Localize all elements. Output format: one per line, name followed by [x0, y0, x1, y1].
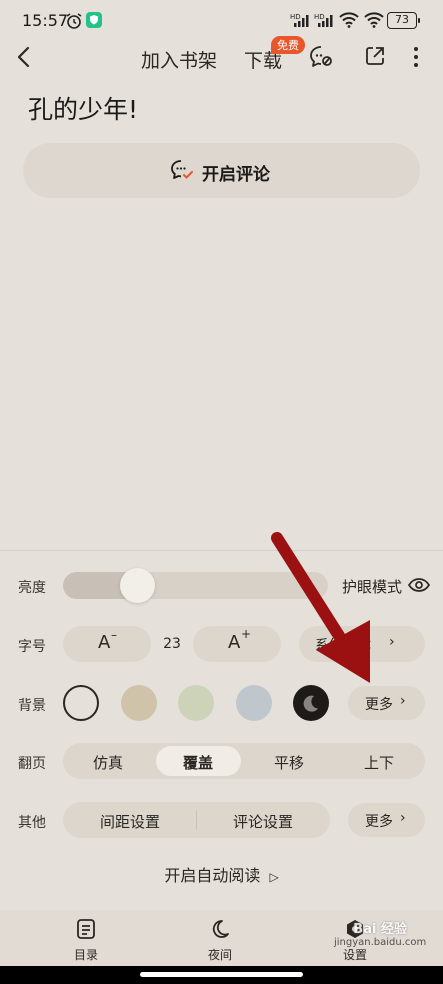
- brightness-slider-handle[interactable]: [119, 568, 155, 603]
- background-label: 背景: [18, 698, 46, 714]
- page-turn-label: 翻页: [18, 756, 46, 772]
- signal-hd-2-icon: HD: [314, 12, 336, 32]
- alarm-icon: [65, 12, 83, 34]
- nav-night-mode[interactable]: 夜间: [190, 918, 250, 963]
- add-to-shelf-button[interactable]: 加入书架: [141, 46, 217, 73]
- wifi-1-icon: [339, 12, 359, 32]
- comment-settings-button[interactable]: 评论设置: [211, 811, 315, 832]
- background-swatch-default[interactable]: [63, 685, 99, 721]
- nav-catalog-label: 目录: [73, 948, 98, 962]
- share-icon[interactable]: [364, 45, 386, 71]
- increase-font-letter: A: [228, 632, 241, 653]
- shield-app-icon: [86, 12, 102, 32]
- watermark-url: jingyan.baidu.com: [334, 937, 427, 948]
- eye-protection-toggle[interactable]: 护眼模式: [342, 576, 431, 597]
- system-font-button[interactable]: 系统字体 ›: [299, 626, 425, 662]
- page-turn-option-slide[interactable]: 平移: [259, 752, 319, 773]
- font-size-label: 字号: [18, 639, 46, 655]
- moon-icon: [303, 695, 318, 712]
- catalog-icon: [77, 919, 95, 939]
- svg-text:HD: HD: [290, 13, 301, 21]
- other-more-label: 更多: [365, 814, 393, 830]
- eye-icon: [408, 577, 431, 596]
- free-badge: 免费: [271, 36, 305, 54]
- decrease-font-letter: A: [98, 632, 111, 653]
- auto-read-label: 开启自动阅读: [164, 866, 261, 885]
- chevron-right-icon: ›: [400, 810, 406, 826]
- moon-icon: [212, 920, 229, 938]
- other-more-button[interactable]: 更多 ›: [348, 803, 425, 837]
- page-turn-option-cover[interactable]: 覆盖: [168, 752, 228, 773]
- system-font-label: 系统字体: [315, 638, 371, 654]
- reading-settings-panel: [0, 550, 443, 910]
- gesture-navigation-bar: [0, 966, 443, 984]
- more-options-icon[interactable]: [412, 45, 420, 73]
- auto-read-button[interactable]: 开启自动阅读 ▷: [0, 862, 443, 886]
- chevron-right-icon: ›: [400, 693, 406, 709]
- background-swatch-gray[interactable]: [236, 685, 272, 721]
- increase-font-button[interactable]: A +: [193, 626, 281, 662]
- home-indicator[interactable]: [140, 972, 303, 977]
- open-comments-button[interactable]: 开启评论: [23, 143, 420, 198]
- wifi-2-icon: [364, 12, 384, 32]
- divider: [196, 810, 197, 830]
- svg-text:HD: HD: [314, 13, 325, 21]
- background-more-button[interactable]: 更多 ›: [348, 686, 425, 720]
- battery-indicator: 73: [387, 12, 420, 29]
- nav-night-label: 夜间: [207, 948, 232, 962]
- reader-top-bar: 加入书架 下载 免费: [0, 36, 443, 76]
- decrease-font-button[interactable]: A –: [63, 626, 151, 662]
- background-more-label: 更多: [365, 697, 393, 713]
- nav-catalog[interactable]: 目录: [56, 918, 116, 963]
- background-swatch-tan[interactable]: [121, 685, 157, 721]
- nav-settings-label: 设置: [342, 948, 367, 962]
- comment-icon: [170, 159, 194, 185]
- page-turn-option-simulate[interactable]: 仿真: [78, 752, 138, 773]
- page-title: 孔的少年!: [28, 95, 139, 124]
- status-bar: 15:57 HD HD 73: [0, 0, 443, 40]
- background-swatch-dark[interactable]: [293, 685, 329, 721]
- back-arrow-icon[interactable]: [14, 46, 34, 72]
- spacing-settings-button[interactable]: 间距设置: [78, 811, 182, 832]
- page-turn-option-vertical[interactable]: 上下: [349, 752, 409, 773]
- background-swatch-green[interactable]: [178, 685, 214, 721]
- font-size-value: 23: [163, 636, 181, 652]
- plus-icon: +: [241, 627, 252, 641]
- play-icon: ▷: [269, 870, 279, 884]
- brightness-label: 亮度: [18, 580, 46, 596]
- open-comments-label: 开启评论: [202, 164, 270, 185]
- status-time: 15:57: [22, 11, 69, 30]
- eye-mode-label: 护眼模式: [342, 578, 403, 596]
- other-label: 其他: [18, 815, 46, 831]
- watermark-text: Bai 经验: [353, 922, 407, 937]
- baidu-watermark: Bai 经验 jingyan.baidu.com: [334, 918, 426, 948]
- chat-settings-icon[interactable]: [309, 45, 335, 73]
- minus-icon: –: [111, 628, 117, 642]
- signal-hd-1-icon: HD: [290, 12, 312, 32]
- chevron-right-icon: ›: [389, 634, 395, 650]
- brightness-slider[interactable]: [63, 572, 328, 599]
